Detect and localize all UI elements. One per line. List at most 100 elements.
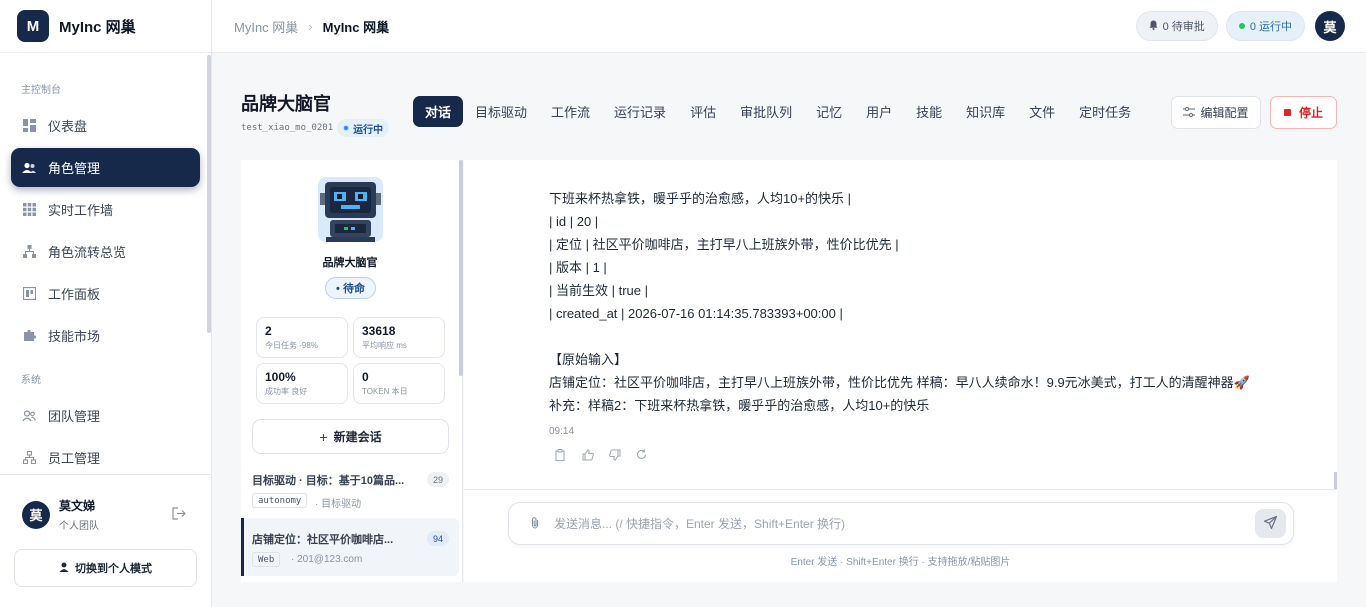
chat-panel: 下班来杯热拿铁，暖乎乎的治愈感，人均10+的快乐 | | id | 20 | |… bbox=[464, 160, 1337, 582]
agent-panel: 品牌大脑官 • 待命 2 今日任务 -98% 33618 平均响应 ms 100… bbox=[241, 160, 463, 582]
new-chat-button[interactable]: + 新建会话 bbox=[252, 419, 449, 454]
message-input[interactable] bbox=[554, 516, 1255, 531]
sidebar-item-roles[interactable]: 角色管理 bbox=[11, 148, 200, 187]
team-icon bbox=[22, 409, 36, 423]
list-item[interactable]: 店铺定位：社区平价咖啡店... 94 Web · 201@123.com bbox=[241, 518, 459, 576]
breadcrumb-parent[interactable]: MyInc 网巢 bbox=[234, 17, 298, 36]
regenerate-icon[interactable] bbox=[635, 448, 648, 461]
tab-skills[interactable]: 技能 bbox=[904, 96, 954, 127]
agent-name: 品牌大脑官 bbox=[322, 257, 378, 269]
sidebar-item-label: 工作面板 bbox=[48, 287, 101, 302]
session-title: 目标驱动 · 目标：基于10篇品... bbox=[252, 475, 405, 487]
stat-token-today: 0 TOKEN 本日 bbox=[353, 363, 445, 404]
status-dot bbox=[343, 125, 350, 131]
role-subtitle: test_xiao_mo_0201 运行中 bbox=[241, 119, 390, 137]
switch-personal-mode-button[interactable]: 切换到个人模式 bbox=[14, 549, 197, 587]
copy-icon[interactable] bbox=[554, 448, 567, 461]
stat-avg-response: 33618 平均响应 ms bbox=[353, 317, 445, 358]
breadcrumb-separator: › bbox=[308, 18, 313, 34]
running-dot bbox=[1238, 23, 1245, 29]
stat-value: 33618 bbox=[362, 324, 396, 338]
message-line: | 定位 | 社区平价咖啡店，主打早八上班族外带，性价比优先 | bbox=[549, 237, 899, 252]
stat-label: 今日任务 -98% bbox=[265, 341, 318, 350]
session-count-badge: 94 bbox=[427, 531, 449, 546]
tab-users[interactable]: 用户 bbox=[854, 96, 904, 127]
sidebar-item-label: 技能市场 bbox=[48, 329, 101, 344]
brand-logo: M bbox=[17, 10, 49, 42]
sidebar-item-team[interactable]: 团队管理 bbox=[11, 396, 200, 435]
sidebar-scrollbar[interactable] bbox=[207, 55, 211, 333]
status-badge-label: 运行中 bbox=[353, 124, 384, 136]
session-tag: Web bbox=[252, 552, 281, 567]
breadcrumb-current: MyInc 网巢 bbox=[322, 19, 390, 35]
tab-approval-queue[interactable]: 审批队列 bbox=[728, 96, 804, 127]
paperclip-icon[interactable] bbox=[530, 516, 540, 532]
send-button[interactable] bbox=[1255, 509, 1286, 538]
sidebar-item-skill-market[interactable]: 技能市场 bbox=[11, 316, 200, 355]
pending-approval-label: 0 待审批 bbox=[1162, 21, 1205, 33]
edit-config-label: 编辑配置 bbox=[1200, 106, 1249, 120]
chat-divider bbox=[464, 489, 1337, 490]
tab-self-learning[interactable]: 自学习 bbox=[1143, 96, 1157, 127]
session-count-badge: 29 bbox=[427, 472, 449, 487]
avatar[interactable]: 莫 bbox=[1315, 11, 1345, 41]
message-line: | id | 20 | bbox=[549, 214, 599, 229]
chat-scrollbar[interactable] bbox=[1334, 472, 1337, 489]
user-info: 莫文娣 个人团队 bbox=[59, 497, 99, 532]
user-row: 莫 莫文娣 个人团队 bbox=[0, 475, 211, 532]
thumbs-down-icon[interactable] bbox=[608, 448, 621, 461]
sidebar-item-work-panel[interactable]: 工作面板 bbox=[11, 274, 200, 313]
brand[interactable]: M MyInc 网巢 bbox=[0, 0, 211, 53]
stat-value: 100% bbox=[265, 370, 296, 384]
sidebar-item-label: 角色管理 bbox=[48, 161, 101, 176]
message-line: 下班来杯热拿铁，暖乎乎的治愈感，人均10+的快乐 | bbox=[549, 191, 852, 206]
switch-personal-mode-label: 切换到个人模式 bbox=[75, 563, 152, 575]
stat-label: 成功率 良好 bbox=[265, 387, 308, 396]
avatar[interactable]: 莫 bbox=[22, 500, 50, 529]
list-item[interactable]: 目标驱动 · 目标：基于10篇品... 29 autonomy · 目标驱动 bbox=[241, 472, 459, 510]
sidebar: M MyInc 网巢 主控制台 仪表盘 角色管理 实时工作墙 角色流转总览 工作… bbox=[0, 0, 212, 607]
running-label: 0 运行中 bbox=[1249, 21, 1292, 33]
user-icon bbox=[59, 562, 69, 575]
user-box: 莫 莫文娣 个人团队 切换到个人模式 bbox=[0, 474, 211, 607]
stop-button[interactable]: 停止 bbox=[1270, 96, 1337, 129]
message-line: | created_at | 2026-07-16 01:14:35.78339… bbox=[549, 306, 843, 321]
sidebar-item-label: 角色流转总览 bbox=[48, 245, 127, 260]
agent-panel-scrollbar[interactable] bbox=[459, 160, 463, 376]
tab-evaluation[interactable]: 评估 bbox=[678, 96, 728, 127]
tab-files[interactable]: 文件 bbox=[1017, 96, 1067, 127]
tab-run-history[interactable]: 运行记录 bbox=[602, 96, 678, 127]
session-tag: autonomy bbox=[252, 493, 308, 508]
send-icon bbox=[1263, 515, 1278, 532]
tab-scheduled-tasks[interactable]: 定时任务 bbox=[1067, 96, 1143, 127]
status-badge: 运行中 bbox=[337, 119, 390, 137]
sidebar-item-flow-overview[interactable]: 角色流转总览 bbox=[11, 232, 200, 271]
new-chat-label: 新建会话 bbox=[333, 430, 382, 444]
edit-config-button[interactable]: 编辑配置 bbox=[1171, 96, 1261, 129]
org-icon bbox=[22, 451, 36, 465]
user-team: 个人团队 bbox=[59, 521, 99, 532]
sidebar-item-dashboard[interactable]: 仪表盘 bbox=[11, 106, 200, 145]
tab-knowledge-base[interactable]: 知识库 bbox=[954, 96, 1017, 127]
users-icon bbox=[22, 161, 36, 175]
tab-bar: 对话 目标驱动 工作流 运行记录 评估 审批队列 记忆 用户 技能 知识库 文件… bbox=[413, 96, 1157, 127]
nav-section-main: 主控制台 bbox=[21, 85, 61, 96]
thumbs-up-icon[interactable] bbox=[581, 448, 594, 461]
message-line bbox=[549, 325, 1259, 348]
logout-icon[interactable] bbox=[172, 506, 187, 523]
tab-workflow[interactable]: 工作流 bbox=[539, 96, 602, 127]
pending-approval-pill[interactable]: 0 待审批 bbox=[1135, 11, 1218, 41]
sidebar-item-live-wall[interactable]: 实时工作墙 bbox=[11, 190, 200, 229]
stop-icon bbox=[1283, 109, 1291, 116]
tab-goal-driven[interactable]: 目标驱动 bbox=[463, 96, 539, 127]
running-pill[interactable]: 0 运行中 bbox=[1225, 11, 1305, 41]
tab-memory[interactable]: 记忆 bbox=[804, 96, 854, 127]
stat-today-tasks: 2 今日任务 -98% bbox=[256, 317, 348, 358]
sidebar-item-staff[interactable]: 员工管理 bbox=[11, 438, 200, 477]
stats-grid: 2 今日任务 -98% 33618 平均响应 ms 100% 成功率 良好 0 … bbox=[256, 317, 445, 404]
sliders-icon bbox=[1183, 106, 1196, 120]
tab-chat[interactable]: 对话 bbox=[413, 96, 464, 127]
sidebar-item-label: 员工管理 bbox=[48, 451, 101, 466]
message-line: 【原始输入】 bbox=[549, 352, 628, 367]
grid-icon bbox=[22, 203, 36, 217]
